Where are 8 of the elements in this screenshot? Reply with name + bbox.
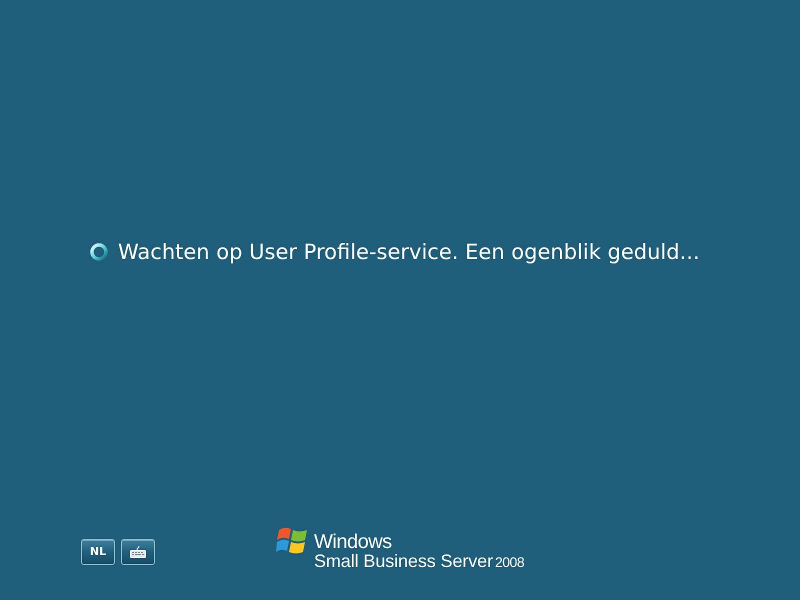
- status-message: Wachten op User Profile-service. Een ogenblik geduld...: [118, 239, 700, 266]
- product-year: 2008: [494, 555, 524, 570]
- product-name: Small Business Server: [314, 552, 493, 571]
- loading-spinner-icon: [90, 243, 108, 261]
- keyboard-icon: [130, 546, 146, 558]
- windows-wordmark: Windows: [314, 532, 393, 552]
- keyboard-button[interactable]: [121, 539, 155, 565]
- language-button[interactable]: NL: [81, 539, 115, 565]
